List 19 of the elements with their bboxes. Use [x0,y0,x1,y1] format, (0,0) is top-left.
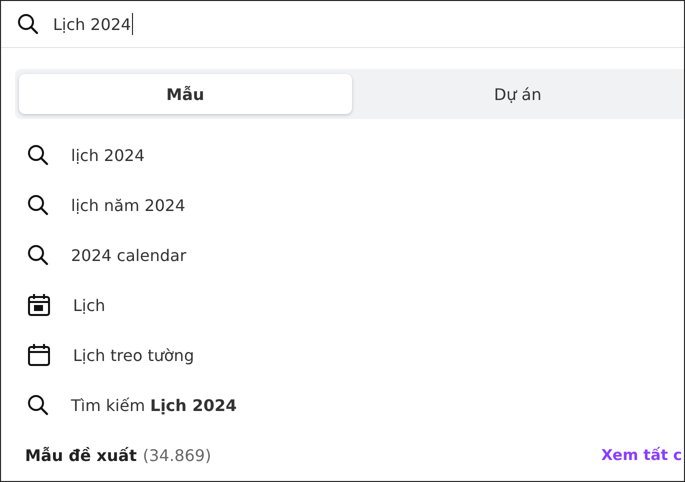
see-all-link[interactable]: Xem tất c [601,446,682,464]
result-count: (34.869) [142,446,212,464]
suggestion-item[interactable]: lịch năm 2024 [1,180,684,230]
search-icon [27,394,49,416]
search-icon [27,244,49,266]
calendar-icon [27,343,51,367]
search-field[interactable]: Lịch 2024 [53,9,684,39]
search-icon [17,13,39,35]
suggestion-item[interactable]: Lịch [1,280,684,330]
search-icon [27,194,49,216]
tab[interactable]: Dự án [352,74,684,114]
suggestion-item[interactable]: lịch 2024 [1,130,684,180]
section-title: Mẫu đề xuất [25,446,137,464]
suggestion-item[interactable]: Lịch treo tường [1,330,684,380]
tab[interactable]: Mẫu [19,74,352,114]
calendar-icon [27,293,51,317]
suggestion-item[interactable]: Tìm kiếm Lịch 2024 [1,380,684,430]
suggestion-item[interactable]: 2024 calendar [1,230,684,280]
search-icon [27,144,49,166]
